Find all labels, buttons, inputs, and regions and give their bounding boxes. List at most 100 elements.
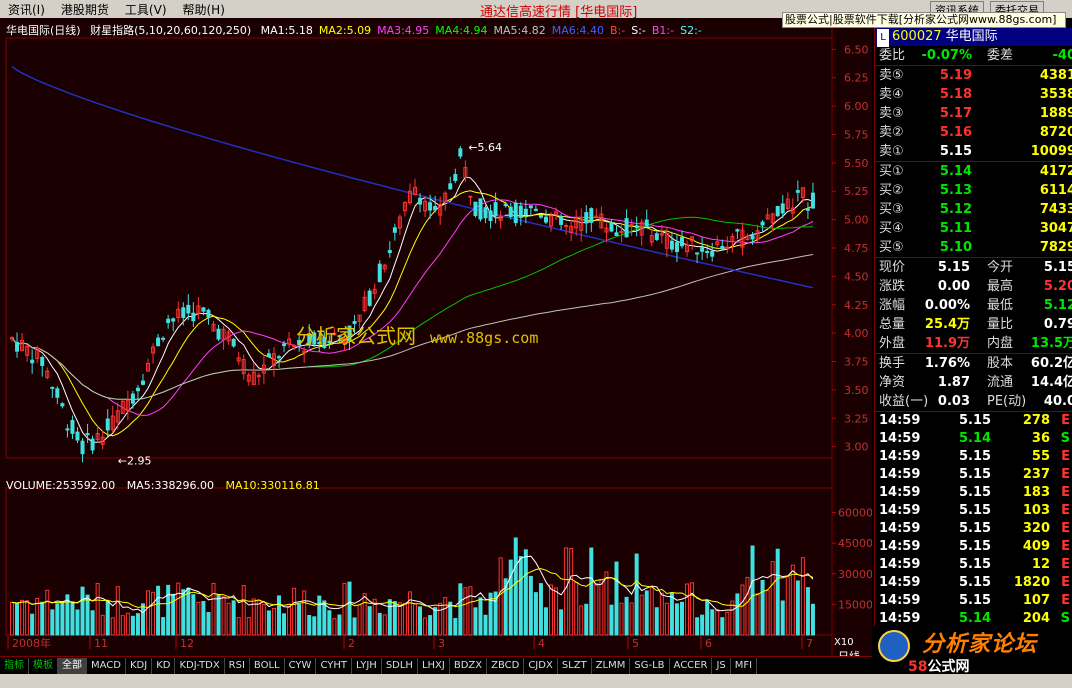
candle-body (538, 215, 543, 218)
tab-全部[interactable]: 全部 (58, 657, 87, 674)
volume-bar (634, 553, 639, 636)
tick-side: E (1061, 413, 1070, 428)
volume-bar (151, 591, 156, 636)
tab-zbcd[interactable]: ZBCD (487, 657, 525, 674)
tab-cyw[interactable]: CYW (285, 657, 317, 674)
ask-volume: 4381 (1039, 68, 1072, 83)
ma250-line (11, 65, 814, 289)
tab-js[interactable]: JS (712, 657, 731, 674)
candle-body (80, 440, 85, 455)
tab-lhxj[interactable]: LHXJ (418, 657, 450, 674)
bid-row: 买① 5.14 4172 (875, 162, 1072, 181)
volume-bar (775, 548, 780, 636)
tab-boll[interactable]: BOLL (250, 657, 285, 674)
ask-label: 卖⑤ (879, 68, 904, 83)
volume-bar (15, 603, 20, 636)
tick-price: 5.15 (959, 557, 992, 572)
tick-side: E (1061, 521, 1070, 536)
volume-bar (85, 594, 90, 636)
ma-value-6: MA6:4.40 (551, 24, 604, 37)
tick-list[interactable]: 14:59 5.15 278 E 14:59 5.14 36 S 14:59 5.15 55 E 14:… (875, 411, 1072, 628)
tick-volume: 409 (1022, 539, 1050, 554)
tab-accer[interactable]: ACCER (670, 657, 713, 674)
stat-row: 涨跌 0.00 最高 5.20 (875, 277, 1072, 296)
menu-info[interactable]: 资讯(I) (0, 1, 53, 18)
candle-body (780, 203, 785, 214)
tick-side: E (1061, 539, 1070, 554)
volume-bar (523, 549, 528, 636)
volume-bar (292, 587, 297, 636)
volume-bar (433, 607, 438, 636)
stat-label: 换手 (879, 356, 906, 371)
tick-side: E (1061, 593, 1070, 608)
tick-row: 14:59 5.15 320 E (875, 520, 1072, 538)
stat-row: 换手 1.76% 股本 60.2亿 (875, 354, 1072, 373)
tick-volume: 107 (1022, 593, 1050, 608)
candle-body (614, 232, 619, 236)
candle-body (428, 202, 433, 211)
volume-bar (125, 612, 130, 636)
tick-price: 5.15 (959, 593, 992, 608)
volume-bar (392, 601, 397, 636)
tab-sdlh[interactable]: SDLH (382, 657, 418, 674)
promo-banner[interactable]: 股票公式|股票软件下载[分析家公式网www.88gs.com] (782, 12, 1066, 28)
tab-kd[interactable]: KD (152, 657, 176, 674)
volume-bar (518, 556, 523, 636)
volume-tick-label: 30000 (838, 568, 872, 581)
price-tick-label: 4.25 (844, 299, 869, 312)
tab-zlmm[interactable]: ZLMM (592, 657, 631, 674)
menu-hk-futures[interactable]: 港股期货 (53, 1, 117, 18)
tab-sg-lb[interactable]: SG-LB (630, 657, 670, 674)
candle-body (166, 318, 171, 324)
candle-body (805, 208, 810, 211)
volume-bar (201, 601, 206, 636)
volume-bar (115, 586, 120, 636)
tick-time: 14:59 (879, 557, 921, 572)
volume-bar (130, 615, 135, 636)
volume-bar (382, 614, 387, 636)
tick-price: 5.15 (959, 575, 992, 590)
volume-bar (100, 614, 105, 636)
tab-kdj-tdx[interactable]: KDJ-TDX (175, 657, 225, 674)
volume-bar (256, 600, 261, 636)
tab-bdzx[interactable]: BDZX (450, 657, 488, 674)
tab-指标[interactable]: 指标 (0, 657, 29, 674)
volume-bar (55, 603, 60, 636)
kline-chart[interactable]: 6.50 6.25 6.00 5.75 5.50 5.25 5.00 4.75 4.50 4.25… (0, 18, 872, 658)
tab-lyjh[interactable]: LYJH (352, 657, 382, 674)
volume-ma5-line (11, 555, 814, 614)
ask-label: 卖③ (879, 106, 904, 121)
tab-slzt[interactable]: SLZT (558, 657, 592, 674)
stat-value: 60.2亿 (1030, 356, 1072, 371)
price-tick-label: 3.25 (844, 412, 869, 425)
bid-row: 买⑤ 5.10 7829 (875, 238, 1072, 257)
ask-label: 卖④ (879, 87, 904, 102)
tab-cjdx[interactable]: CJDX (524, 657, 558, 674)
volume-bar (438, 602, 443, 636)
volume-bar (221, 596, 226, 636)
menu-tools[interactable]: 工具(V) (117, 1, 175, 18)
volume-bar (297, 604, 302, 636)
tick-side: E (1061, 503, 1070, 518)
volume-bar (705, 600, 710, 636)
volume-bar (231, 600, 236, 636)
forum-logo: 分析家论坛 58公式网 (874, 626, 1072, 675)
volume-bar (156, 585, 161, 636)
tab-cyht[interactable]: CYHT (316, 657, 352, 674)
price-tick-label: 4.75 (844, 242, 869, 255)
tab-rsi[interactable]: RSI (225, 657, 250, 674)
tab-模板[interactable]: 模板 (29, 657, 58, 674)
ma-value-9: B1:- (651, 24, 675, 37)
volume-bar (307, 614, 312, 636)
volume-bar (407, 591, 412, 636)
tick-side: E (1061, 449, 1070, 464)
menu-help[interactable]: 帮助(H) (175, 1, 233, 18)
volume-bar (206, 611, 211, 636)
candle-body (206, 309, 211, 318)
tab-macd[interactable]: MACD (87, 657, 126, 674)
indicator-name: 财星指路(5,10,20,60,120,250) (90, 24, 252, 37)
volume-bar (196, 601, 201, 636)
bid-row: 买④ 5.11 3047 (875, 219, 1072, 238)
tab-kdj[interactable]: KDJ (126, 657, 153, 674)
tab-mfi[interactable]: MFI (731, 657, 758, 674)
